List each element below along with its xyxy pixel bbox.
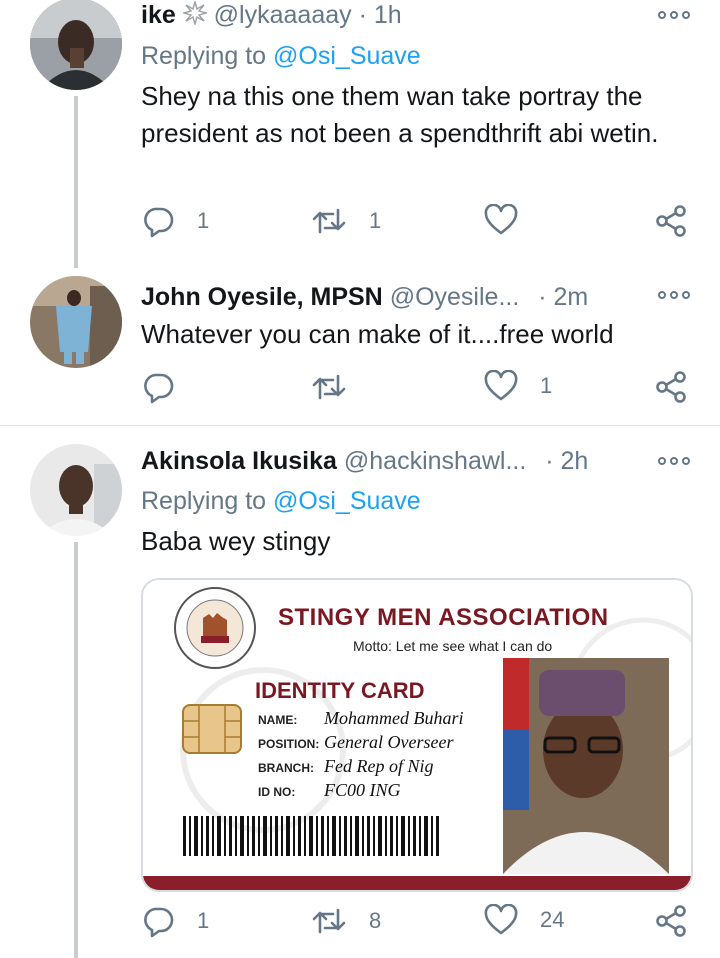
retweet-button[interactable] [311, 370, 369, 404]
reply-mention-link[interactable]: @Osi_Suave [273, 42, 421, 70]
card-field-row: ID NO: FC00 ING [258, 780, 498, 804]
display-name[interactable]: Akinsola Ikusika [141, 447, 337, 475]
tweet-actions: 1 [141, 370, 696, 406]
card-field-value: General Overseer [324, 732, 454, 752]
user-handle[interactable]: @lykaaaaay [214, 1, 352, 29]
retweet-icon [312, 374, 346, 400]
share-icon [656, 371, 686, 403]
like-button[interactable] [484, 204, 540, 236]
timestamp[interactable]: · 1h [359, 1, 402, 29]
tweet-actions: 1 1 [141, 204, 696, 240]
replying-label: Replying to [141, 487, 267, 515]
timestamp[interactable]: · 2m [538, 283, 588, 311]
reply-icon [144, 373, 174, 404]
tweet-media-image[interactable]: STINGY MEN ASSOCIATION Motto: Let me see… [141, 578, 693, 892]
card-field-label: NAME: [258, 713, 298, 727]
reply-count: 1 [197, 208, 210, 233]
more-options-icon[interactable] [658, 8, 690, 22]
reply-button[interactable]: 1 [141, 204, 209, 238]
reply-mention-link[interactable]: @Osi_Suave [273, 487, 421, 515]
card-field-value: Mohammed Buhari [324, 708, 464, 728]
card-field-row: BRANCH: Fed Rep of Nig [258, 756, 498, 780]
reply-icon [144, 907, 174, 938]
tweet-text: Baba wey stingy [141, 526, 331, 556]
retweet-icon [312, 208, 346, 234]
card-field-label: POSITION: [258, 737, 320, 751]
share-icon [656, 905, 686, 937]
portrait-photo [503, 658, 669, 874]
heart-icon [484, 204, 518, 235]
display-name[interactable]: ike [141, 1, 176, 29]
reply-icon [144, 207, 174, 238]
replying-to: Replying to @Osi_Suave [141, 41, 421, 71]
user-handle[interactable]: @Oyesile... [390, 283, 520, 311]
share-button[interactable] [654, 370, 688, 404]
tweet-text: Whatever you can make of it....free worl… [141, 319, 614, 349]
tweet-1[interactable]: ike @lykaaaaay · 1h Replying to @Osi_Sua… [0, 0, 720, 268]
avatar[interactable] [30, 0, 122, 90]
avatar[interactable] [30, 276, 122, 368]
reply-count: 1 [197, 908, 210, 933]
more-options-icon[interactable] [658, 454, 690, 468]
replying-label: Replying to [141, 42, 267, 70]
like-count: 24 [540, 907, 565, 932]
like-count: 1 [540, 373, 553, 398]
tweet-actions: 1 8 24 [141, 904, 696, 940]
card-association-title: STINGY MEN ASSOCIATION [278, 604, 609, 631]
card-motto: Motto: Let me see what I can do [353, 638, 553, 654]
heart-icon [484, 370, 518, 401]
retweet-count: 8 [369, 908, 382, 933]
retweet-button[interactable]: 8 [311, 904, 381, 938]
association-logo [174, 587, 256, 669]
card-field-label: BRANCH: [258, 761, 314, 775]
timestamp[interactable]: · 2h [545, 447, 588, 475]
display-name[interactable]: John Oyesile, MPSN [141, 283, 383, 311]
user-handle[interactable]: @hackinshawl... [344, 447, 526, 475]
card-field-value: FC00 ING [324, 780, 401, 800]
card-field-row: POSITION: General Overseer [258, 732, 498, 756]
reply-button[interactable] [141, 370, 197, 404]
share-button[interactable] [654, 904, 688, 938]
card-field-row: NAME: Mohammed Buhari [258, 708, 498, 732]
like-button[interactable]: 24 [484, 904, 564, 936]
badge-icon [181, 0, 209, 32]
retweet-count: 1 [369, 208, 382, 233]
share-button[interactable] [654, 204, 688, 238]
card-fields: NAME: Mohammed Buhari POSITION: General … [258, 708, 498, 804]
retweet-icon [312, 908, 346, 934]
share-icon [656, 205, 686, 237]
thread-line [74, 96, 78, 268]
heart-icon [484, 904, 518, 935]
more-options-icon[interactable] [658, 288, 690, 302]
card-field-label: ID NO: [258, 785, 296, 799]
replying-to: Replying to @Osi_Suave [141, 486, 421, 516]
avatar[interactable] [30, 444, 122, 536]
tweet-text: Shey na this one them wan take portray t… [141, 81, 659, 148]
like-button[interactable]: 1 [484, 370, 552, 402]
reply-button[interactable]: 1 [141, 904, 209, 938]
retweet-button[interactable]: 1 [311, 204, 381, 238]
card-field-value: Fed Rep of Nig [324, 756, 434, 776]
tweet-2[interactable]: John Oyesile, MPSN @Oyesile... · 2m What… [0, 268, 720, 424]
thread-line [74, 542, 78, 958]
card-identity-title: IDENTITY CARD [255, 678, 425, 703]
